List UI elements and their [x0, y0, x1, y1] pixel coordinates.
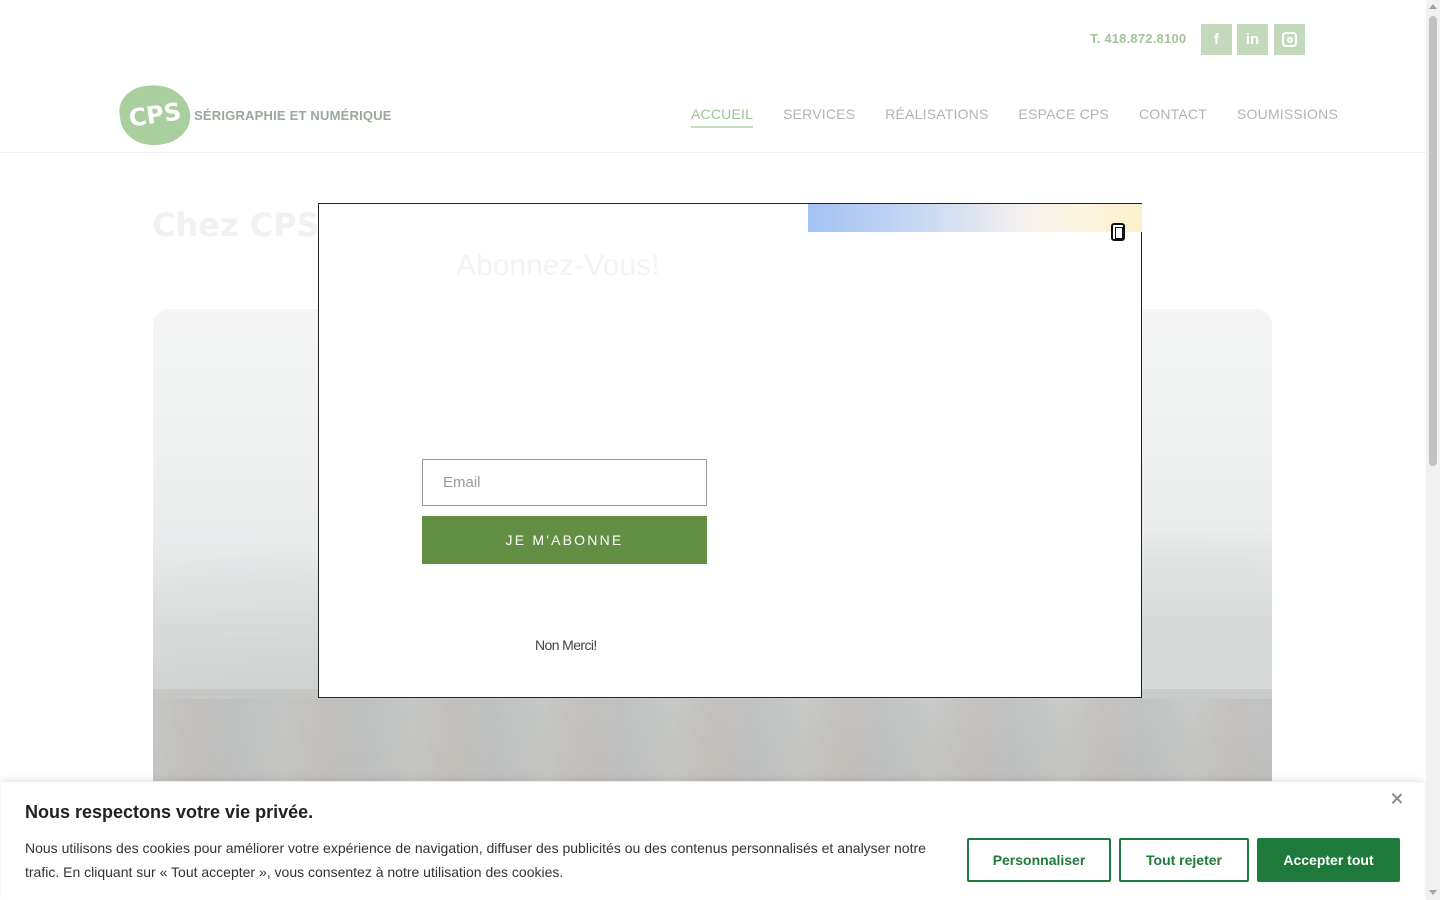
- instagram-icon: [1282, 32, 1297, 47]
- linkedin-link[interactable]: in: [1237, 24, 1268, 55]
- instagram-link[interactable]: [1274, 24, 1305, 55]
- nav-item-accueil[interactable]: ACCUEIL: [691, 106, 754, 128]
- logo-mark: CPS: [116, 80, 194, 150]
- personalize-button[interactable]: Personnaliser: [967, 838, 1111, 882]
- nav-item-services[interactable]: SERVICES: [783, 106, 855, 128]
- scroll-down-arrow-icon[interactable]: [1429, 890, 1437, 895]
- page-scrollbar[interactable]: [1426, 0, 1440, 900]
- nav-item-soumissions[interactable]: SOUMISSIONS: [1237, 106, 1338, 128]
- scroll-thumb[interactable]: [1429, 16, 1437, 466]
- reject-all-button[interactable]: Tout rejeter: [1119, 838, 1249, 882]
- cookie-text: Nous utilisons des cookies pour améliore…: [25, 840, 926, 880]
- cookie-title: Nous respectons votre vie privée.: [25, 802, 314, 822]
- cookie-banner: Nous respectons votre vie privée. Nous u…: [1, 781, 1424, 900]
- hero-title: Chez CPS,: [152, 206, 332, 244]
- newsletter-modal: Abonnez-Vous! JE M'ABONNE Non Merci!: [318, 203, 1142, 698]
- subscribe-button[interactable]: JE M'ABONNE: [422, 516, 707, 564]
- facebook-icon: f: [1214, 31, 1219, 48]
- nav-item-contact[interactable]: CONTACT: [1139, 106, 1207, 128]
- nav-item-realisations[interactable]: RÉALISATIONS: [885, 106, 988, 128]
- cookie-close-icon[interactable]: [1390, 792, 1404, 806]
- header-divider: [0, 152, 1426, 153]
- no-thanks-link[interactable]: Non Merci!: [535, 637, 597, 653]
- hero-image-roofs: [153, 699, 1272, 789]
- nav-item-espace-cps[interactable]: ESPACE CPS: [1019, 106, 1109, 128]
- linkedin-icon: in: [1245, 31, 1260, 48]
- logo-tagline: SÉRIGRAPHIE ET NUMÉRIQUE: [194, 107, 392, 123]
- close-icon[interactable]: [1111, 223, 1125, 241]
- email-field[interactable]: [422, 459, 707, 506]
- modal-gradient-banner: [808, 204, 1142, 232]
- accept-all-button[interactable]: Accepter tout: [1257, 838, 1400, 882]
- facebook-link[interactable]: f: [1201, 24, 1232, 55]
- header-phone[interactable]: T. 418.872.8100: [1090, 31, 1186, 46]
- main-nav: ACCUEIL SERVICES RÉALISATIONS ESPACE CPS…: [691, 106, 1338, 128]
- site-logo[interactable]: CPS SÉRIGRAPHIE ET NUMÉRIQUE: [116, 80, 392, 150]
- modal-heading: Abonnez-Vous!: [456, 249, 660, 282]
- scroll-up-arrow-icon[interactable]: [1429, 4, 1437, 9]
